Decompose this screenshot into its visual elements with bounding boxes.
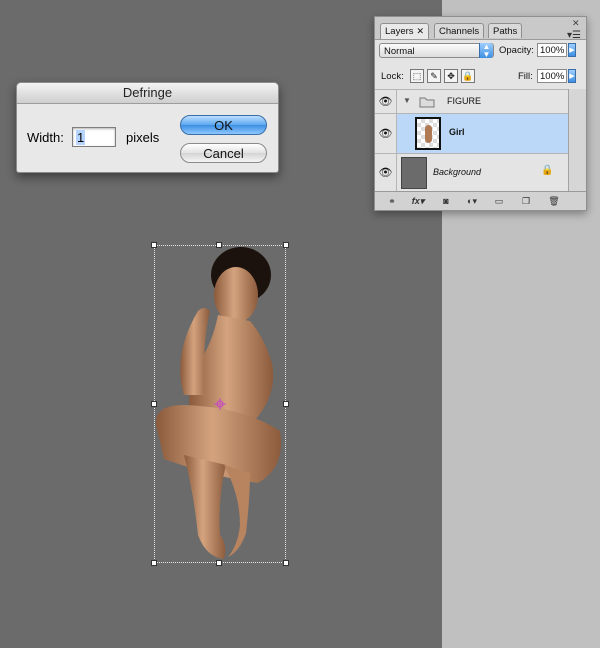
width-value: 1 (76, 130, 86, 145)
tab-paths-label: Paths (493, 26, 518, 37)
panel-menu-icon[interactable]: ▾☰ (567, 30, 581, 41)
opacity-input[interactable]: 100% (537, 43, 567, 57)
blend-mode-value: Normal (384, 46, 415, 57)
lock-all-icon[interactable]: 🔒 (461, 69, 475, 83)
fill-input[interactable]: 100% (537, 69, 567, 83)
lock-transparent-icon[interactable]: ⬚ (410, 69, 424, 83)
transform-handle-top-right[interactable] (283, 242, 289, 248)
layer-name-girl: Girl (449, 127, 465, 137)
folder-icon (419, 97, 435, 108)
units-label: pixels (126, 130, 160, 145)
transform-handle-middle-left[interactable] (151, 401, 157, 407)
new-group-icon[interactable]: ▭ (490, 195, 508, 208)
lock-position-icon[interactable]: ✥ (444, 69, 458, 83)
opacity-slider-arrow-icon[interactable]: ▶ (568, 43, 576, 57)
layers-panel: Layers ✕ Channels Paths ✕ ▾☰ Normal ▲ ▼ Opa… (374, 16, 587, 211)
mask-icon[interactable]: ◙ (437, 195, 455, 208)
blend-mode-select[interactable]: Normal ▲ ▼ (379, 43, 494, 59)
defringe-dialog: Defringe Width: 1 pixels OK Cancel (16, 82, 279, 173)
ok-button[interactable]: OK (180, 115, 267, 135)
close-tab-icon[interactable]: ✕ (417, 26, 425, 36)
transform-handle-bottom-left[interactable] (151, 560, 157, 566)
opacity-label: Opacity: (499, 45, 534, 56)
width-input[interactable]: 1 (72, 127, 116, 147)
panel-tab-bar: Layers ✕ Channels Paths ✕ ▾☰ (375, 17, 586, 41)
tab-layers[interactable]: Layers ✕ (380, 23, 430, 39)
lock-label: Lock: (381, 71, 404, 82)
fill-label: Fill: (518, 71, 533, 82)
trash-icon[interactable]: 🗑 (545, 195, 563, 208)
new-layer-icon[interactable]: ❐ (517, 195, 535, 208)
width-label: Width: (27, 130, 64, 145)
layers-scrollbar[interactable] (568, 89, 586, 191)
layer-row-figure[interactable]: 👁 ▼ FIGURE (375, 89, 568, 113)
layers-footer: ⚭ fx▾ ◙ ◐▾ ▭ ❐ 🗑 (375, 191, 586, 210)
visibility-eye-icon[interactable]: 👁 (375, 154, 397, 191)
tab-layers-label: Layers (385, 26, 414, 37)
layer-row-girl[interactable]: 👁 Girl (375, 113, 568, 153)
link-layers-icon[interactable]: ⚭ (383, 195, 401, 208)
tab-paths[interactable]: Paths (488, 23, 523, 38)
tab-channels-label: Channels (439, 26, 480, 37)
transform-handle-bottom-center[interactable] (216, 560, 222, 566)
transform-handle-top-center[interactable] (216, 242, 222, 248)
layer-name-figure: FIGURE (447, 96, 482, 106)
layer-row-background[interactable]: 👁 Background 🔒 (375, 153, 568, 191)
chevron-updown-icon: ▲ ▼ (479, 43, 493, 59)
adjustment-icon[interactable]: ◐▾ (463, 195, 481, 208)
transform-handle-bottom-right[interactable] (283, 560, 289, 566)
visibility-eye-icon[interactable]: 👁 (375, 90, 397, 113)
expand-triangle-icon[interactable]: ▼ (403, 96, 411, 105)
tab-channels[interactable]: Channels (434, 23, 485, 38)
layer-thumbnail-girl (415, 117, 441, 150)
fx-icon[interactable]: fx▾ (409, 195, 427, 208)
lock-icon: 🔒 (541, 165, 554, 176)
layer-name-background: Background (433, 167, 482, 177)
reference-point-icon[interactable] (214, 398, 226, 410)
dialog-title: Defringe (17, 83, 278, 104)
fx-label: fx (411, 196, 420, 206)
panel-close-icon[interactable]: ✕ (572, 18, 580, 29)
transform-handle-middle-right[interactable] (283, 401, 289, 407)
fill-slider-arrow-icon[interactable]: ▶ (568, 69, 576, 83)
lock-image-icon[interactable]: ✎ (427, 69, 441, 83)
transform-handle-top-left[interactable] (151, 242, 157, 248)
layer-thumbnail-background (401, 157, 427, 189)
visibility-eye-icon[interactable]: 👁 (375, 114, 397, 153)
cancel-button[interactable]: Cancel (180, 143, 267, 163)
